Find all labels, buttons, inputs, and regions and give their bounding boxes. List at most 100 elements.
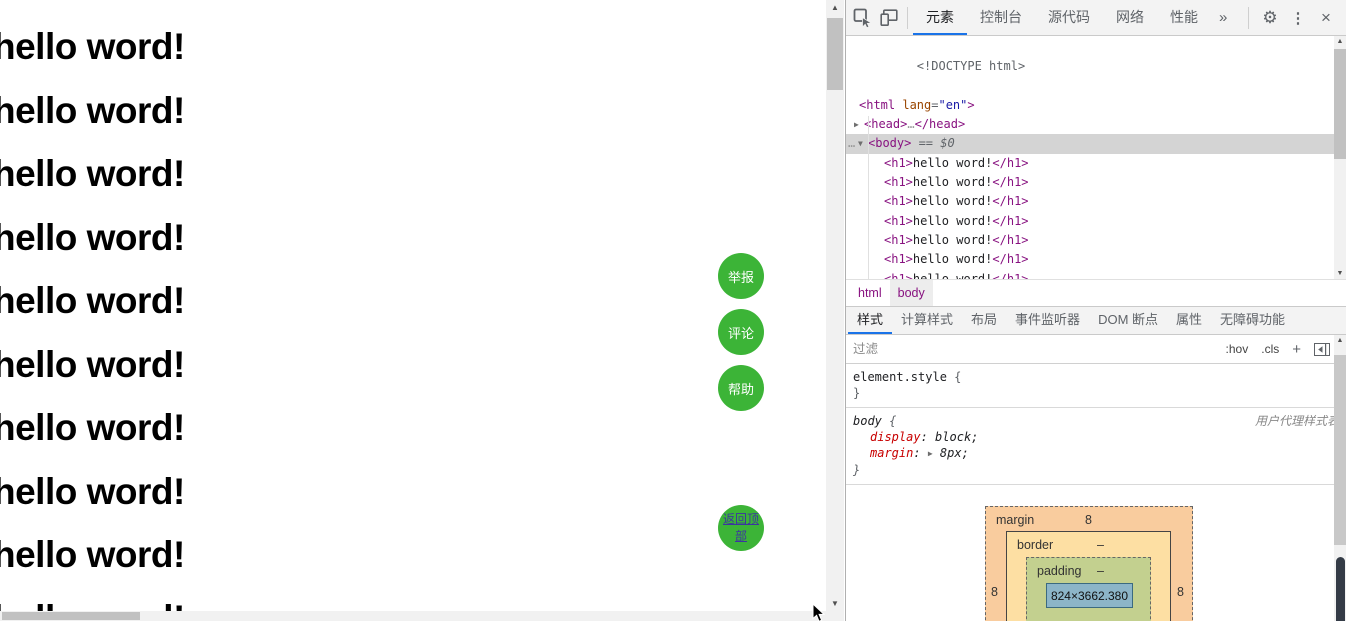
rule-selector[interactable]: body	[853, 414, 882, 428]
dom-row-h1[interactable]: <h1>hello word!</h1>	[846, 250, 1346, 269]
page-vertical-scrollbar[interactable]: ▲ ▼	[826, 0, 844, 621]
h1-close-tag: </h1>	[992, 155, 1029, 170]
box-model-margin[interactable]: margin 8 8–– ––8 border – padding – 824×…	[985, 506, 1193, 621]
h1-text: hello word!	[912, 232, 993, 247]
collapse-icon[interactable]: ▼	[858, 134, 868, 153]
margin-top-value[interactable]: 8	[1085, 512, 1092, 528]
close-devtools-icon[interactable]: ×	[1314, 8, 1338, 28]
dom-row-head[interactable]: ▶ <head>…</head>	[846, 115, 1346, 134]
styles-pane-tab[interactable]: 样式	[848, 307, 892, 334]
border-top-value[interactable]: –	[1097, 537, 1104, 553]
fab-button[interactable]: 举报	[718, 253, 764, 299]
more-tabs-icon[interactable]: »	[1211, 9, 1235, 26]
fab-button[interactable]: 评论	[718, 309, 764, 355]
box-model-border[interactable]: border – padding – 824×3662.380	[1006, 531, 1171, 621]
property-value[interactable]: 8px;	[940, 446, 969, 460]
rule-selector[interactable]: element.style	[853, 370, 947, 384]
rule-body-user-agent[interactable]: 用户代理样式表 body { display: block; margin: ▶ …	[846, 408, 1346, 485]
inspect-element-icon[interactable]	[850, 5, 876, 31]
kebab-menu-icon[interactable]: ⋮	[1286, 9, 1310, 27]
html-close-bracket: >	[967, 97, 975, 112]
dom-tree-scrollbar[interactable]: ▲ ▼	[1334, 36, 1346, 279]
styles-pane-tab[interactable]: DOM 断点	[1089, 307, 1167, 334]
rule-element-style[interactable]: element.style { }	[846, 364, 1346, 408]
breadcrumb-item-html[interactable]: html	[850, 280, 890, 306]
h1-close-tag: </h1>	[992, 232, 1029, 247]
devtools-tab[interactable]: 网络	[1103, 0, 1157, 35]
styles-pane-tabs: 样式 计算样式 布局 事件监听器 DOM 断点 属性 无障碍功能	[846, 307, 1346, 335]
dom-row-body-selected[interactable]: … ▼ <body> == $0	[846, 134, 1346, 154]
h1-close-tag: </h1>	[992, 252, 1029, 267]
browser-page: hello word! hello word! hello word! hello w…	[0, 0, 845, 621]
body-open-tag: <body>	[868, 136, 912, 151]
devtools-tab[interactable]: 控制台	[967, 0, 1035, 35]
box-model-value[interactable]: 8	[1177, 584, 1184, 600]
toggle-sidebar-icon[interactable]	[1314, 342, 1330, 356]
devtools-tab[interactable]: 元素	[913, 0, 967, 35]
styles-pane-scrollbar-thumb[interactable]	[1334, 355, 1346, 545]
dom-tree-scrollbar-thumb[interactable]	[1334, 49, 1346, 159]
dom-row-h1[interactable]: <h1>hello word!</h1>	[846, 212, 1346, 231]
page-vertical-scrollbar-thumb[interactable]	[827, 18, 843, 90]
back-to-top-link[interactable]: 返回顶部	[722, 511, 760, 546]
padding-top-value[interactable]: –	[1097, 563, 1104, 579]
styles-filter-input[interactable]	[853, 342, 1053, 356]
scroll-down-icon[interactable]: ▼	[826, 599, 844, 608]
page-horizontal-scrollbar-thumb[interactable]	[2, 612, 140, 620]
dom-row-h1[interactable]: <h1>hello word!</h1>	[846, 173, 1346, 192]
border-label: border	[1017, 538, 1054, 552]
h1-text: hello word!	[912, 194, 993, 209]
dom-row-h1[interactable]: <h1>hello word!</h1>	[846, 231, 1346, 250]
filter-bar-icons: :hov .cls +	[1226, 341, 1330, 358]
styles-pane-tab[interactable]: 事件监听器	[1006, 307, 1089, 334]
dom-h1-rows: <h1>hello word!</h1> <h1>hello word!</h1>…	[846, 154, 1346, 279]
more-actions-icon[interactable]: …	[848, 134, 858, 153]
scroll-down-icon[interactable]: ▼	[1334, 270, 1346, 277]
new-style-rule-icon[interactable]: +	[1292, 341, 1301, 358]
pseudo-state-toggle[interactable]: :hov	[1226, 342, 1249, 356]
fab-button[interactable]: 帮助	[718, 365, 764, 411]
styles-pane-tab[interactable]: 布局	[962, 307, 1006, 334]
styles-pane-tab[interactable]: 无障碍功能	[1211, 307, 1294, 334]
page-horizontal-scrollbar[interactable]	[0, 611, 844, 621]
device-toolbar-icon[interactable]	[876, 5, 902, 31]
css-property-display[interactable]: display: block;	[853, 429, 1339, 445]
h1-open-tag: <h1>	[884, 213, 913, 228]
dom-row-h1[interactable]: <h1>hello word!</h1>	[846, 192, 1346, 211]
h1-open-tag: <h1>	[884, 175, 913, 190]
h1-open-tag: <h1>	[884, 252, 913, 267]
overlay-scrollbar-thumb[interactable]	[1336, 557, 1345, 621]
box-model-padding[interactable]: padding – 824×3662.380	[1026, 557, 1151, 621]
dom-row-h1[interactable]: <h1>hello word!</h1>	[846, 270, 1346, 279]
rule-open-brace: {	[954, 370, 962, 384]
settings-gear-icon[interactable]: ⚙	[1258, 8, 1282, 28]
property-value[interactable]: block;	[935, 430, 978, 444]
devtools-tab[interactable]: 性能	[1157, 0, 1211, 35]
styles-pane-tab[interactable]: 属性	[1167, 307, 1211, 334]
styles-pane-tab[interactable]: 计算样式	[892, 307, 962, 334]
class-toggle[interactable]: .cls	[1261, 342, 1279, 356]
head-ellipsis[interactable]: …	[907, 117, 914, 131]
breadcrumb-item-body[interactable]: body	[889, 280, 933, 306]
css-property-margin[interactable]: margin: ▶ 8px;	[853, 445, 1339, 462]
scroll-up-icon[interactable]: ▲	[1334, 38, 1346, 45]
scroll-up-icon[interactable]: ▲	[1334, 337, 1346, 344]
property-name[interactable]: display	[870, 430, 921, 444]
dom-row-html[interactable]: <html lang="en">	[846, 96, 1346, 115]
dom-row-doctype[interactable]: <!DOCTYPE html>	[846, 38, 1346, 96]
devtools-panel: 元素 控制台 源代码 网络 性能 » ⚙ ⋮ × <!DOCTYPE html> <ht…	[845, 0, 1346, 621]
devtools-toolbar: 元素 控制台 源代码 网络 性能 » ⚙ ⋮ ×	[846, 0, 1346, 36]
property-name[interactable]: margin	[870, 446, 913, 460]
devtools-tab[interactable]: 源代码	[1035, 0, 1103, 35]
devtools-tabs: 元素 控制台 源代码 网络 性能	[913, 0, 1211, 35]
scroll-up-icon[interactable]: ▲	[826, 3, 844, 12]
content-size-value: 824×3662.380	[1050, 588, 1129, 603]
back-to-top-button[interactable]: 返回顶部	[718, 505, 764, 551]
box-model-content[interactable]: 824×3662.380	[1046, 583, 1133, 608]
mouse-cursor-icon	[812, 604, 826, 621]
dom-row-h1[interactable]: <h1>hello word!</h1>	[846, 154, 1346, 173]
indent-guide	[868, 116, 869, 279]
box-model-value[interactable]: 8	[991, 584, 998, 600]
expand-icon[interactable]: ▶	[928, 449, 933, 458]
expand-icon[interactable]: ▶	[854, 115, 864, 134]
